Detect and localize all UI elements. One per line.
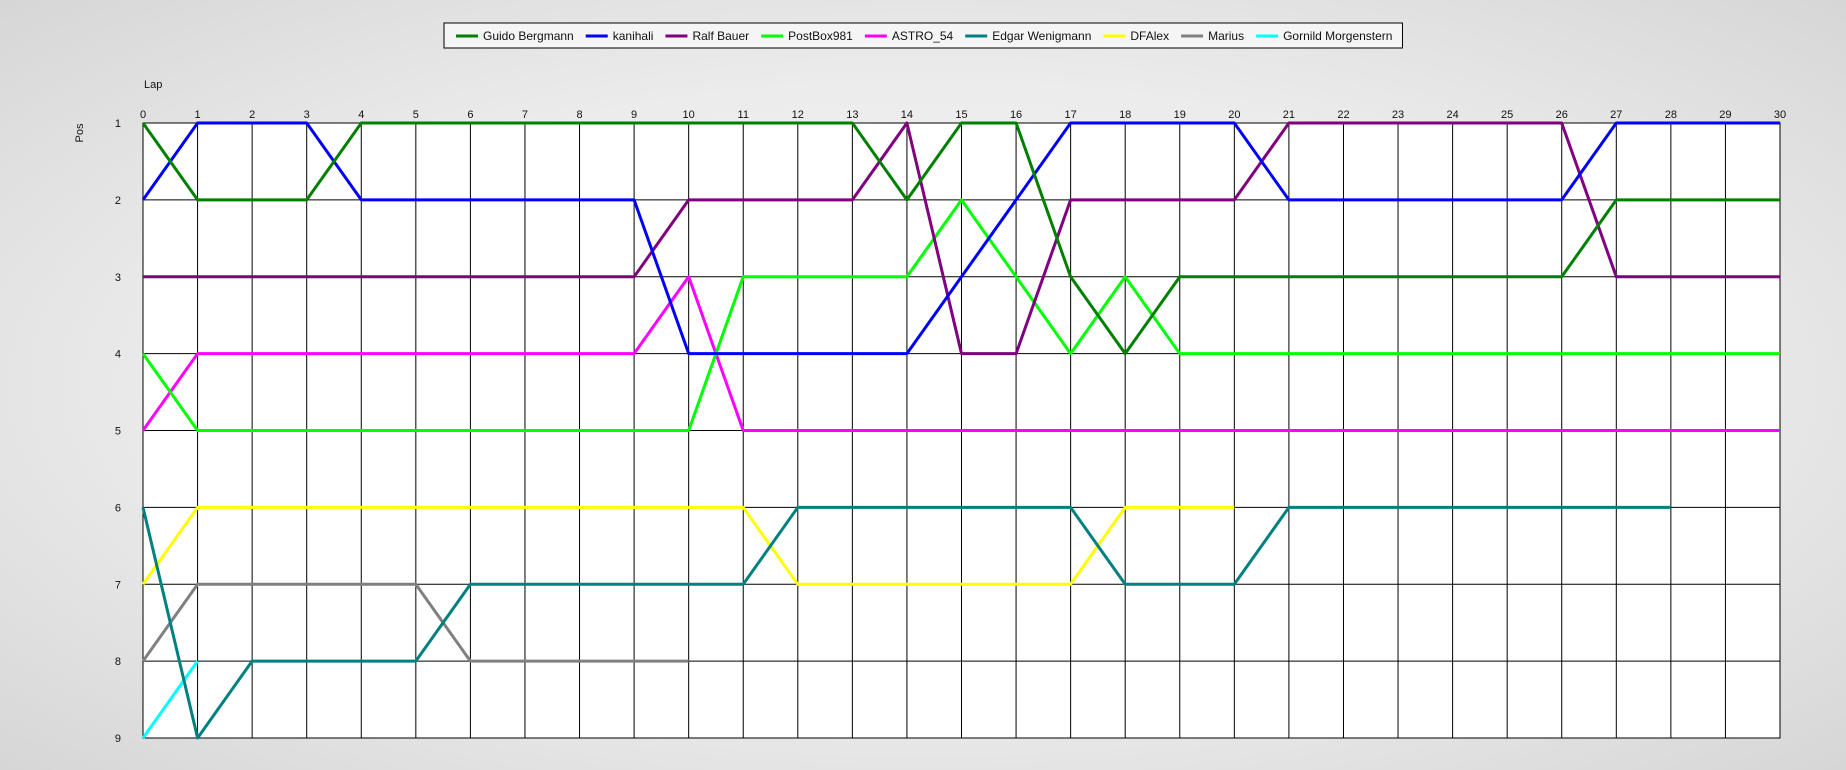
y-tick-label: 6 [115,502,121,514]
x-tick-label: 21 [1283,109,1295,121]
x-tick-label: 14 [901,109,913,121]
x-tick-label: 9 [631,109,637,121]
legend-label-dfalex: DFAlex [1130,29,1169,43]
legend-label-kanihali: kanihali [613,29,654,43]
x-tick-label: 18 [1119,109,1131,121]
x-tick-label: 1 [195,109,201,121]
legend-label-ralf-bauer: Ralf Bauer [692,29,749,43]
y-tick-label: 9 [115,733,121,745]
legend-label-postbox981: PostBox981 [788,29,853,43]
x-tick-label: 0 [140,109,146,121]
y-axis-ticks: 1 2 3 4 5 6 7 8 9 [115,118,121,745]
x-tick-label: 7 [522,109,528,121]
x-tick-label: 22 [1337,109,1349,121]
y-tick-label: 2 [115,195,121,207]
x-tick-label: 26 [1556,109,1568,121]
x-tick-label: 4 [358,109,364,121]
x-tick-label: 11 [738,109,749,121]
y-tick-label: 8 [115,656,121,668]
x-tick-label: 16 [1010,109,1022,121]
x-tick-label: 6 [467,109,473,121]
x-tick-label: 3 [304,109,310,121]
legend-label-astro-54: ASTRO_54 [892,29,954,43]
race-position-chart: Guido Bergmann kanihali Ralf Bauer PostBox9… [74,22,1786,745]
x-tick-label: 8 [576,109,582,121]
x-tick-label: 17 [1065,109,1077,121]
y-tick-label: 4 [115,349,121,361]
y-tick-label: 1 [115,118,121,130]
y-tick-label: 3 [115,272,121,284]
x-tick-label: 10 [683,109,695,121]
x-tick-label: 27 [1610,109,1622,121]
y-tick-label: 7 [115,579,121,591]
y-tick-label: 5 [115,426,121,438]
x-tick-label: 2 [249,109,255,121]
legend-label-marius: Marius [1208,29,1244,43]
x-tick-label: 12 [792,109,804,121]
legend: Guido Bergmann kanihali Ralf Bauer PostBox9… [443,22,1403,49]
x-tick-label: 25 [1501,109,1513,121]
legend-label-edgar-wenigmann: Edgar Wenigmann [992,29,1091,43]
x-tick-label: 23 [1392,109,1404,121]
x-tick-label: 15 [955,109,967,121]
x-axis-title: Lap [144,79,162,91]
x-axis-ticks: 0 1 2 3 4 5 6 7 8 9 10 11 12 13 14 15 16 17 18 19 20 21 22 23 24… [140,109,1786,121]
legend-label-guido-bergmann: Guido Bergmann [483,29,574,43]
x-tick-label: 20 [1228,109,1240,121]
x-tick-label: 24 [1446,109,1458,121]
x-tick-label: 29 [1719,109,1731,121]
x-tick-label: 5 [413,109,419,121]
legend-label-gornild-morgenstern: Gornild Morgenstern [1283,29,1392,43]
x-tick-label: 13 [846,109,858,121]
x-tick-label: 28 [1665,109,1677,121]
x-tick-label: 30 [1774,109,1786,121]
x-tick-label: 19 [1174,109,1186,121]
y-axis-title: Pos [74,123,86,142]
